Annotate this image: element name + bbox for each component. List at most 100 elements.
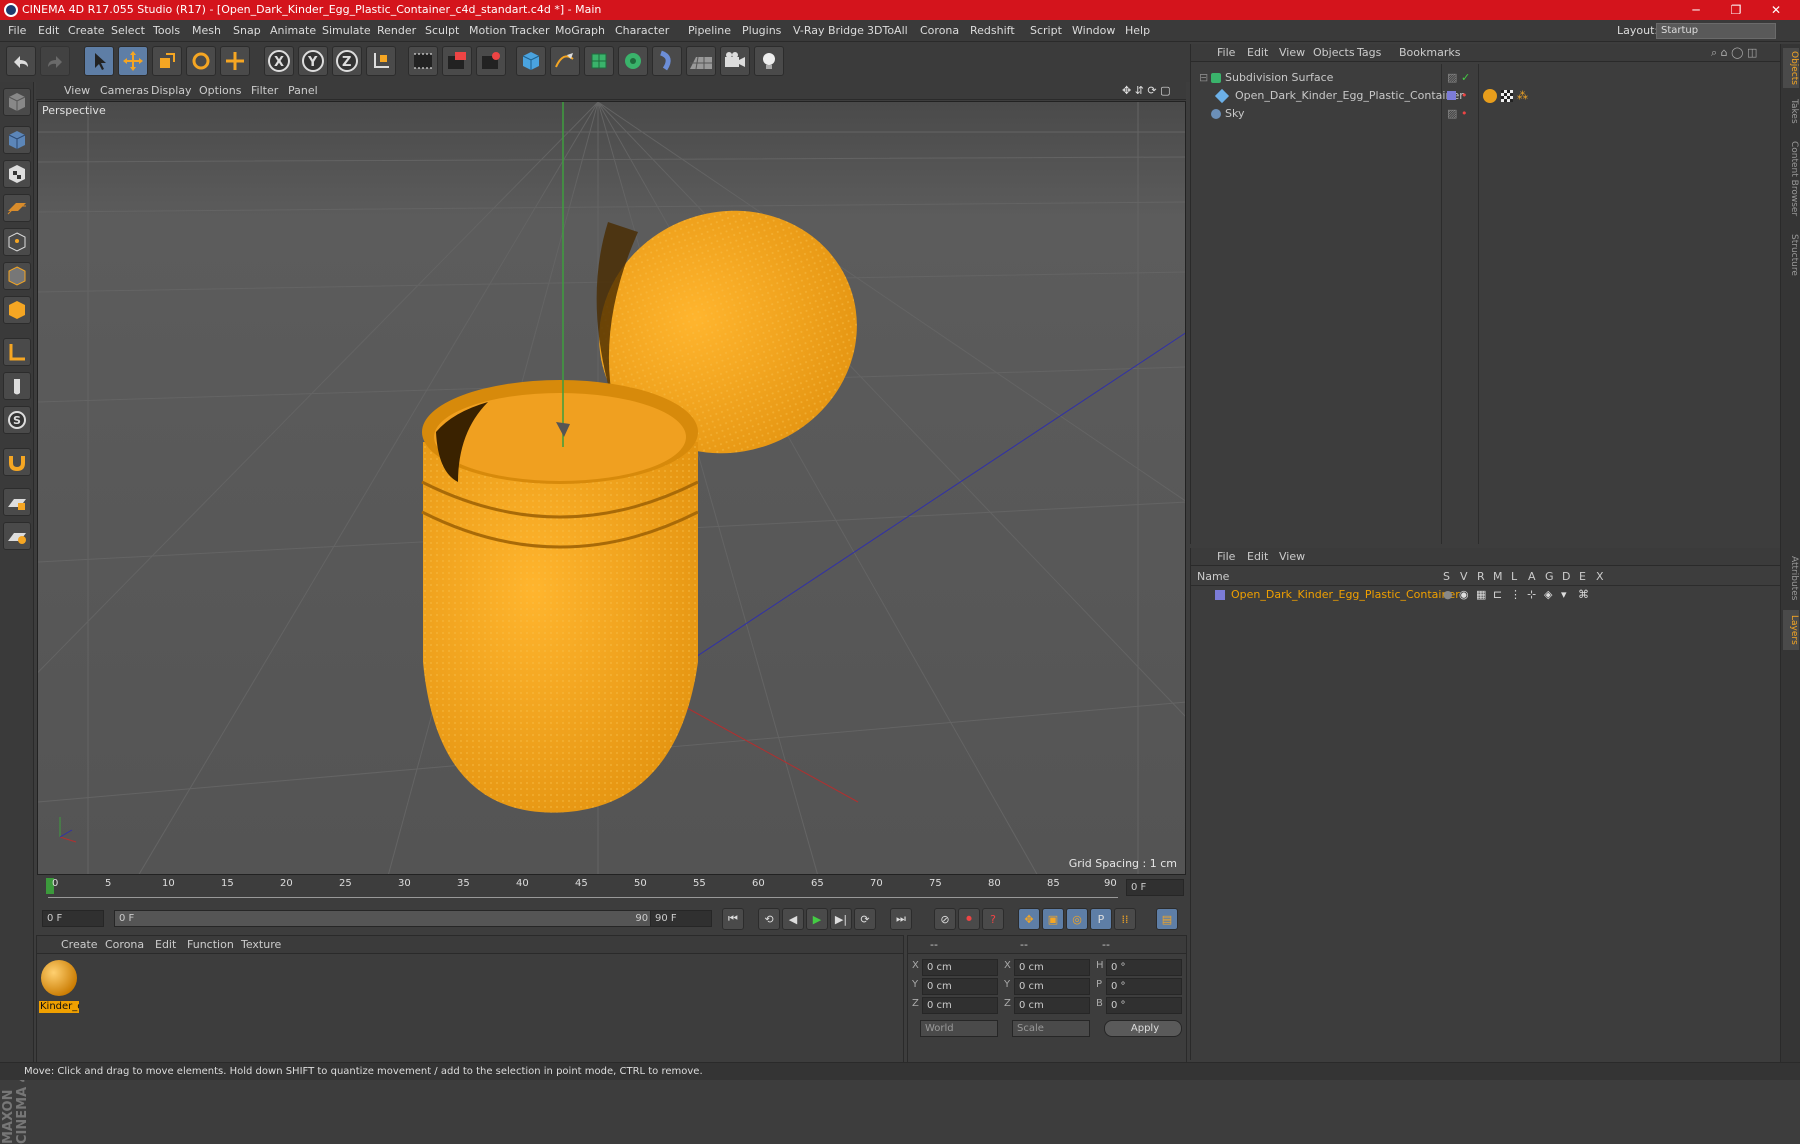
go-to-end-icon[interactable]: ⏭	[890, 908, 912, 930]
layer-col-s[interactable]: S	[1443, 568, 1450, 586]
texture-mode-icon[interactable]	[3, 160, 31, 188]
menu-create[interactable]: Create	[68, 20, 105, 42]
timeline-ruler[interactable]: 0 5 10 15 20 25 30 35 40 45 50 55 60 65 …	[36, 876, 1186, 900]
snap-magnet-icon[interactable]	[3, 448, 31, 476]
menu-mesh[interactable]: Mesh	[192, 20, 221, 42]
z-axis-lock-icon[interactable]: Z	[332, 46, 362, 76]
object-row-subdivision[interactable]: ⊟ Subdivision Surface ▨ ✓	[1191, 69, 1781, 87]
material-name[interactable]: Kinder_e	[39, 1001, 79, 1013]
current-frame-field[interactable]: 0 F	[1126, 879, 1184, 896]
subdivision-surface-icon[interactable]	[584, 46, 614, 76]
side-tab-structure[interactable]: Structure	[1783, 230, 1799, 280]
layer-row[interactable]: Open_Dark_Kinder_Egg_Plastic_Container ●…	[1191, 586, 1781, 604]
layer-expressions-toggle[interactable]: ⌘	[1578, 586, 1589, 604]
tweak-mode-icon[interactable]	[3, 372, 31, 400]
minimize-button[interactable]: ─	[1676, 0, 1716, 20]
spline-pen-icon[interactable]	[550, 46, 580, 76]
layer-render-toggle[interactable]: ▦	[1476, 586, 1486, 604]
edges-mode-icon[interactable]	[3, 262, 31, 290]
position-x-field[interactable]: 0 cm	[922, 959, 998, 976]
menu-3dtoall[interactable]: 3DToAll	[867, 20, 908, 42]
menu-motion-tracker[interactable]: Motion Tracker	[469, 20, 549, 42]
layer-col-v[interactable]: V	[1460, 568, 1468, 586]
planar-workplane-icon[interactable]	[3, 522, 31, 550]
coordinate-system-icon[interactable]	[366, 46, 396, 76]
position-y-field[interactable]: 0 cm	[922, 978, 998, 995]
points-mode-icon[interactable]	[3, 228, 31, 256]
menu-corona[interactable]: Corona	[920, 20, 959, 42]
rotation-p-field[interactable]: 0 °	[1106, 978, 1182, 995]
solo-mode-icon[interactable]: S	[3, 406, 31, 434]
menu-plugins[interactable]: Plugins	[742, 20, 781, 42]
start-frame-field[interactable]: 0 F	[42, 910, 104, 927]
cloner-icon[interactable]	[618, 46, 648, 76]
material-menu-edit[interactable]: Edit	[155, 936, 176, 954]
layer-col-r[interactable]: R	[1477, 568, 1485, 586]
next-frame-icon[interactable]: ▶|	[830, 908, 852, 930]
layer-animation-toggle[interactable]: ⊹	[1527, 586, 1536, 604]
viewport-nav-icons[interactable]: ✥ ⇵ ⟳ ▢	[1122, 82, 1171, 100]
material-menu-create[interactable]: Create	[61, 936, 98, 954]
material-tag-icon[interactable]	[1483, 89, 1497, 103]
viewport-menu-options[interactable]: Options	[199, 82, 241, 100]
object-name-container[interactable]: Open_Dark_Kinder_Egg_Plastic_Container	[1235, 87, 1464, 105]
menu-snap[interactable]: Snap	[233, 20, 261, 42]
autokey-icon[interactable]: ⏺	[958, 908, 980, 930]
object-row-container[interactable]: Open_Dark_Kinder_Egg_Plastic_Container •…	[1191, 87, 1781, 105]
object-name-subdivision[interactable]: Subdivision Surface	[1225, 69, 1333, 87]
move-tool-icon[interactable]	[118, 46, 148, 76]
material-menu-corona[interactable]: Corona	[105, 936, 144, 954]
menu-mograph[interactable]: MoGraph	[555, 20, 605, 42]
y-axis-lock-icon[interactable]: Y	[298, 46, 328, 76]
layout-select[interactable]: Startup	[1656, 23, 1776, 39]
layer-manager-toggle[interactable]: ⊏	[1493, 586, 1502, 604]
size-x-field[interactable]: 0 cm	[1014, 959, 1090, 976]
side-tab-takes[interactable]: Takes	[1783, 96, 1799, 126]
layer-col-l[interactable]: L	[1511, 568, 1517, 586]
side-tab-layers[interactable]: Layers	[1783, 610, 1799, 650]
layer-col-e[interactable]: E	[1579, 568, 1586, 586]
render-picture-viewer-icon[interactable]	[442, 46, 472, 76]
transform-tool-icon[interactable]	[220, 46, 250, 76]
layer-deformers-toggle[interactable]: ▾	[1561, 586, 1567, 604]
layer-menu-edit[interactable]: Edit	[1247, 548, 1268, 566]
previous-key-icon[interactable]: ⟲	[758, 908, 780, 930]
material-swatch[interactable]: Kinder_e	[39, 958, 79, 1013]
side-tab-content-browser[interactable]: Content Browser	[1783, 134, 1799, 224]
menu-script[interactable]: Script	[1030, 20, 1062, 42]
end-frame-field[interactable]: 90 F	[650, 910, 712, 927]
object-row-sky[interactable]: Sky ▨ •	[1191, 105, 1781, 123]
key-pla-icon[interactable]: ⁞⁞	[1114, 908, 1136, 930]
scale-tool-icon[interactable]	[152, 46, 182, 76]
menu-animate[interactable]: Animate	[270, 20, 316, 42]
key-scale-icon[interactable]: ▣	[1042, 908, 1064, 930]
object-menu-bookmarks[interactable]: Bookmarks	[1399, 44, 1460, 62]
menu-file[interactable]: File	[8, 20, 26, 42]
position-z-field[interactable]: 0 cm	[922, 997, 998, 1014]
locked-workplane-icon[interactable]	[3, 488, 31, 516]
menu-pipeline[interactable]: Pipeline	[688, 20, 731, 42]
object-search-icon[interactable]: ⌕ ⌂ ◯ ◫	[1711, 44, 1757, 62]
layer-menu-file[interactable]: File	[1217, 548, 1235, 566]
menu-character[interactable]: Character	[615, 20, 669, 42]
previous-frame-icon[interactable]: ◀	[782, 908, 804, 930]
layer-col-x[interactable]: X	[1596, 568, 1604, 586]
menu-select[interactable]: Select	[111, 20, 145, 42]
floor-icon[interactable]	[686, 46, 716, 76]
rotation-b-field[interactable]: 0 °	[1106, 997, 1182, 1014]
key-position-icon[interactable]: ✥	[1018, 908, 1040, 930]
deformer-icon[interactable]	[652, 46, 682, 76]
size-mode-select[interactable]: Scale	[1012, 1020, 1090, 1037]
viewport-menu-display[interactable]: Display	[151, 82, 192, 100]
rotation-h-field[interactable]: 0 °	[1106, 959, 1182, 976]
menu-edit[interactable]: Edit	[38, 20, 59, 42]
x-axis-lock-icon[interactable]: X	[264, 46, 294, 76]
live-selection-icon[interactable]	[84, 46, 114, 76]
size-z-field[interactable]: 0 cm	[1014, 997, 1090, 1014]
polygons-mode-icon[interactable]	[3, 296, 31, 324]
menu-window[interactable]: Window	[1072, 20, 1115, 42]
cube-primitive-icon[interactable]	[516, 46, 546, 76]
object-editor-toggle[interactable]: ▨	[1447, 105, 1457, 123]
go-to-start-icon[interactable]: ⏮	[722, 908, 744, 930]
perspective-viewport[interactable]: Perspective Grid Spacing : 1 cm	[37, 101, 1186, 875]
